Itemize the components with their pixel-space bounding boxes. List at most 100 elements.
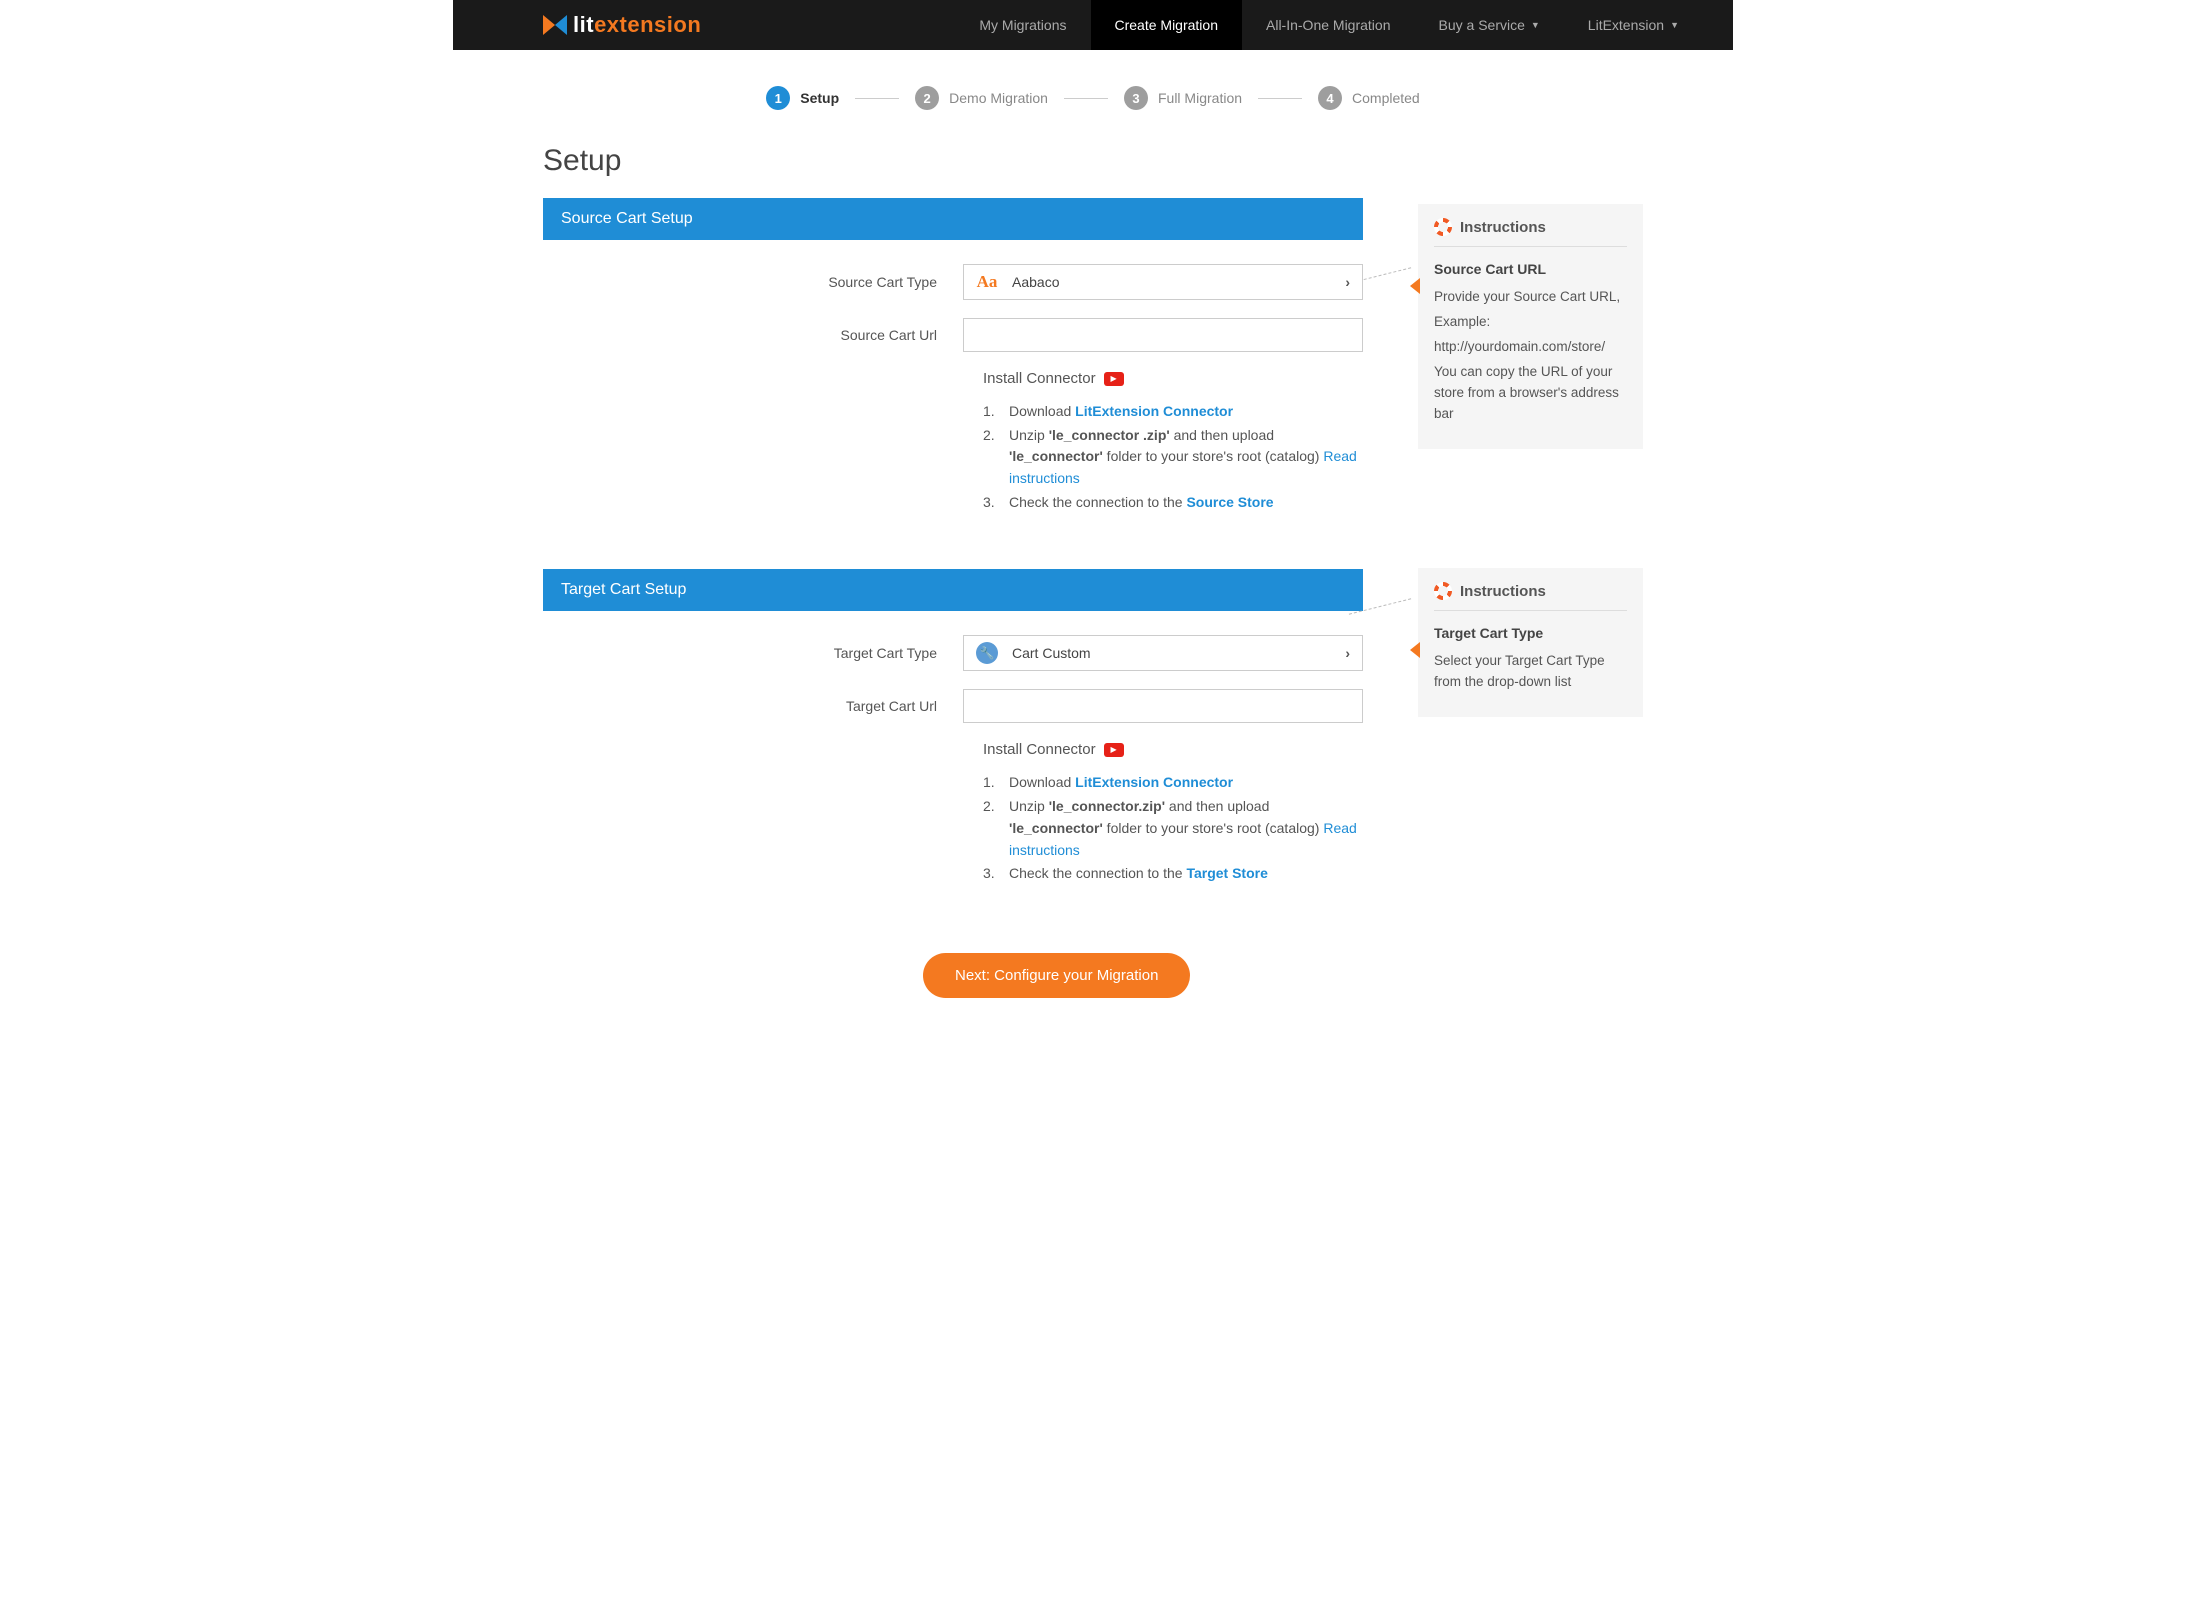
source-section: Source Cart Setup Source Cart Type Aa Aa… [543,198,1363,525]
target-section: Target Cart Setup Target Cart Type 🔧 Car… [543,569,1363,896]
step-completed: 4 Completed [1318,86,1420,110]
caret-down-icon: ▼ [1531,20,1540,30]
youtube-icon[interactable]: ▶ [1104,743,1124,757]
source-connector-steps: 1. Download LitExtension Connector 2. Un… [983,401,1363,513]
download-connector-link[interactable]: LitExtension Connector [1075,403,1233,419]
step-label: Setup [800,90,839,106]
aabaco-icon: Aa [976,271,998,293]
page-title: Setup [543,144,1643,178]
target-url-label: Target Cart Url [543,698,963,714]
nav-label: Buy a Service [1439,17,1525,33]
lifebelt-icon [1434,582,1452,600]
nav-links: My Migrations Create Migration All-In-On… [955,0,1703,50]
step2-c: and then upload [1165,798,1269,814]
install-connector-title: Install Connector [983,370,1096,387]
step-number: 1 [766,86,790,110]
list-number: 2. [983,425,1009,490]
wrench-icon: 🔧 [976,642,998,664]
nav-create-migration[interactable]: Create Migration [1091,0,1243,50]
step2-e: folder to your store's root (catalog) [1103,448,1324,464]
step-number: 4 [1318,86,1342,110]
source-cart-type-select[interactable]: Aa Aabaco › [963,264,1363,300]
instructions-title: Instructions [1460,583,1546,600]
target-store-link[interactable]: Target Store [1186,865,1267,881]
main-container: Setup Source Cart Setup Source Cart Type… [453,144,1733,1048]
step-separator [1064,98,1108,99]
ins-line: http://yourdomain.com/store/ [1434,337,1627,358]
logo-mark-icon [543,13,567,37]
next-button[interactable]: Next: Configure your Migration [923,953,1190,998]
source-cart-url-input[interactable] [963,318,1363,352]
ins-line: Select your Target Cart Type from the dr… [1434,651,1627,693]
ins-line: You can copy the URL of your store from … [1434,362,1627,425]
brand-logo[interactable]: litextension [543,12,701,38]
list-number: 3. [983,492,1009,514]
nav-all-in-one[interactable]: All-In-One Migration [1242,0,1415,50]
target-type-label: Target Cart Type [543,645,963,661]
step-full: 3 Full Migration [1124,86,1242,110]
step2-d: 'le_connector' [1009,448,1103,464]
pointer-icon [1410,278,1420,294]
instructions-title: Instructions [1460,219,1546,236]
step2-b: 'le_connector.zip' [1049,798,1165,814]
step3-text: Check the connection to the [1009,865,1186,881]
chevron-right-icon: › [1345,274,1350,290]
step2-a: Unzip [1009,798,1049,814]
instructions-subtitle: Source Cart URL [1434,261,1627,277]
step2-a: Unzip [1009,427,1049,443]
step2-d: 'le_connector' [1009,820,1103,836]
step2-e: folder to your store's root (catalog) [1103,820,1324,836]
step-number: 2 [915,86,939,110]
ins-line: Example: [1434,312,1627,333]
nav-label: All-In-One Migration [1266,17,1391,33]
target-connector-steps: 1. Download LitExtension Connector 2. Un… [983,772,1363,884]
list-number: 1. [983,401,1009,423]
chevron-right-icon: › [1345,645,1350,661]
select-value: Cart Custom [1012,645,1091,661]
step2-c: and then upload [1170,427,1274,443]
target-cart-url-input[interactable] [963,689,1363,723]
step1-text: Download [1009,403,1075,419]
brand-ext: extension [594,12,701,38]
instructions-source: Instructions Source Cart URL Provide you… [1418,204,1643,449]
progress-steps: 1 Setup 2 Demo Migration 3 Full Migratio… [453,86,1733,110]
caret-down-icon: ▼ [1670,20,1679,30]
step-label: Completed [1352,90,1420,106]
step-separator [1258,98,1302,99]
target-banner: Target Cart Setup [543,569,1363,611]
step-separator [855,98,899,99]
nav-label: LitExtension [1588,17,1664,33]
source-url-label: Source Cart Url [543,327,963,343]
source-type-label: Source Cart Type [543,274,963,290]
instructions-subtitle: Target Cart Type [1434,625,1627,641]
instructions-target: Instructions Target Cart Type Select you… [1418,568,1643,717]
step-setup: 1 Setup [766,86,839,110]
brand-lit: lit [573,12,594,38]
ins-line: Provide your Source Cart URL, [1434,287,1627,308]
lifebelt-icon [1434,218,1452,236]
nav-litextension[interactable]: LitExtension ▼ [1564,0,1703,50]
list-number: 2. [983,796,1009,861]
nav-my-migrations[interactable]: My Migrations [955,0,1090,50]
install-connector-title: Install Connector [983,741,1096,758]
step1-text: Download [1009,774,1075,790]
source-banner: Source Cart Setup [543,198,1363,240]
step-label: Full Migration [1158,90,1242,106]
target-cart-type-select[interactable]: 🔧 Cart Custom › [963,635,1363,671]
youtube-icon[interactable]: ▶ [1104,372,1124,386]
navbar: litextension My Migrations Create Migrat… [453,0,1733,50]
download-connector-link[interactable]: LitExtension Connector [1075,774,1233,790]
step2-b: 'le_connector .zip' [1049,427,1170,443]
step-demo: 2 Demo Migration [915,86,1048,110]
select-value: Aabaco [1012,274,1059,290]
list-number: 1. [983,772,1009,794]
step-number: 3 [1124,86,1148,110]
source-store-link[interactable]: Source Store [1186,494,1273,510]
step3-text: Check the connection to the [1009,494,1186,510]
nav-label: My Migrations [979,17,1066,33]
list-number: 3. [983,863,1009,885]
nav-label: Create Migration [1115,17,1219,33]
step-label: Demo Migration [949,90,1048,106]
pointer-icon [1410,642,1420,658]
nav-buy-service[interactable]: Buy a Service ▼ [1415,0,1564,50]
